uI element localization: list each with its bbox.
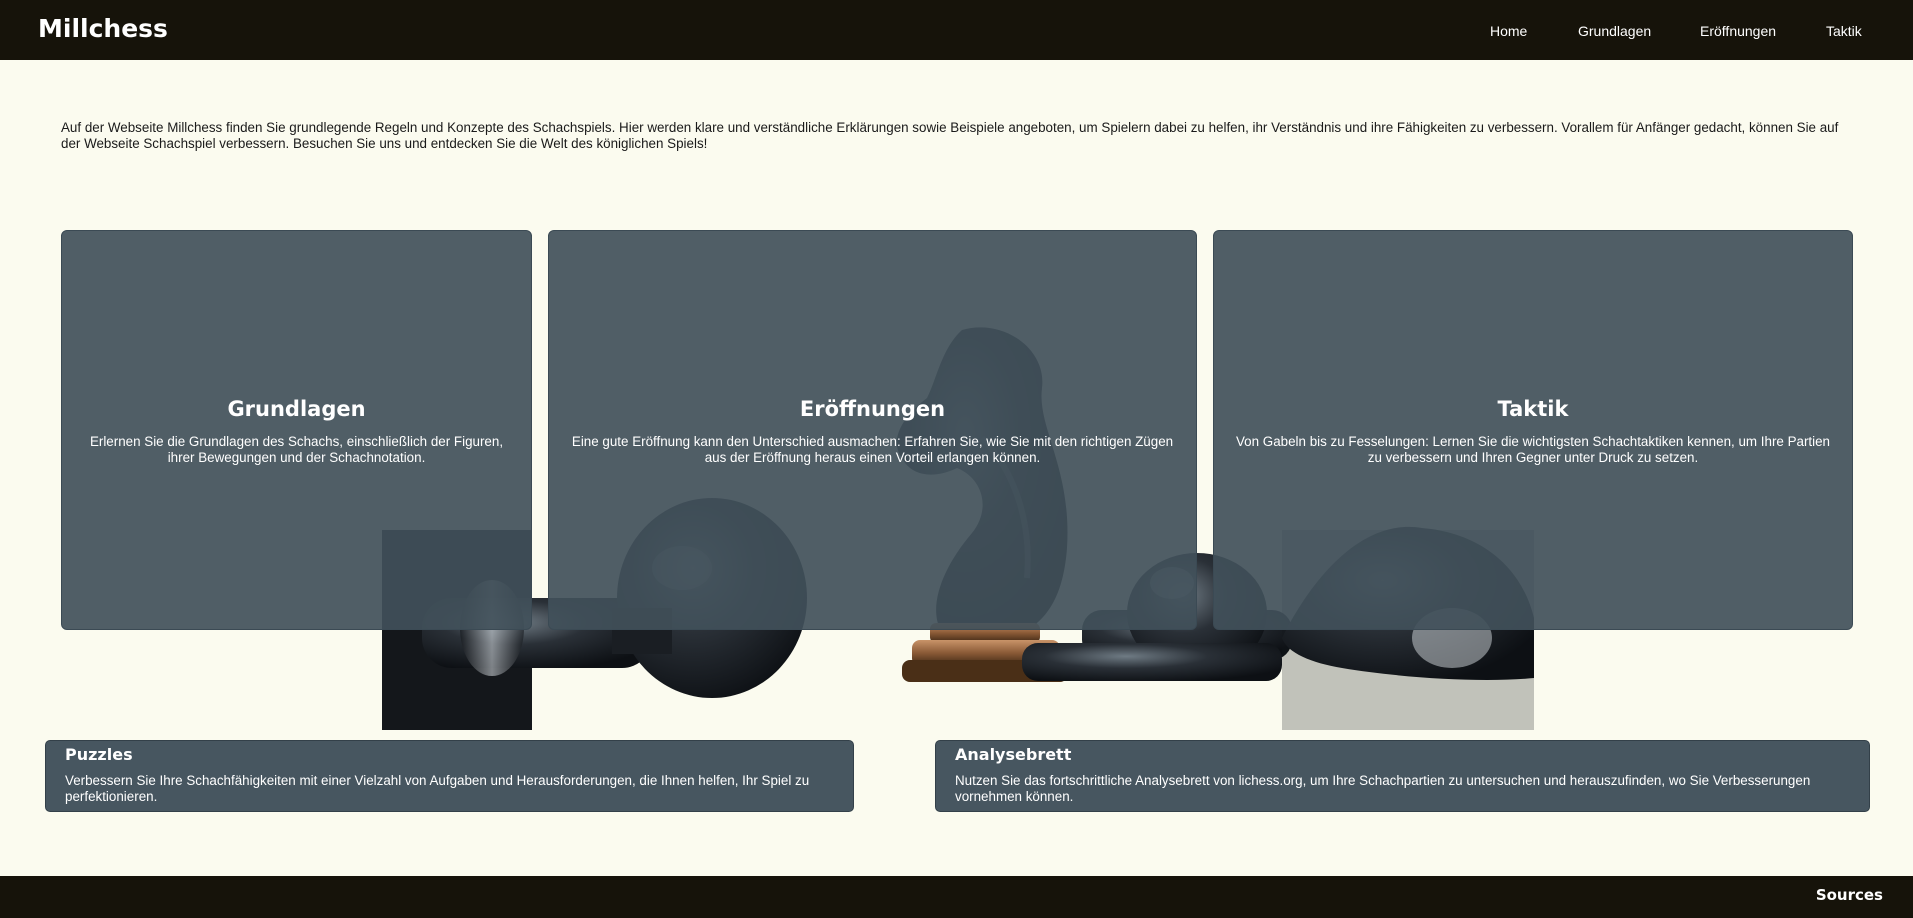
card-text: Von Gabeln bis zu Fesselungen: Lernen Si… [1235,434,1830,465]
panel-title: Analysebrett [955,745,1072,764]
nav-home[interactable]: Home [1490,23,1527,39]
card-text: Erlernen Sie die Grundlagen des Schachs,… [89,434,504,465]
top-navbar: Millchess Home Grundlagen Eröffnungen Ta… [0,0,1913,60]
brand-logo[interactable]: Millchess [38,14,168,43]
panel-puzzles[interactable]: Puzzles Verbessern Sie Ihre Schachfähigk… [45,740,854,812]
card-taktik[interactable]: Taktik Von Gabeln bis zu Fesselungen: Le… [1213,230,1853,630]
footer-bar: Sources [0,876,1913,918]
nav-eroeffnungen[interactable]: Eröffnungen [1700,23,1776,39]
card-title: Taktik [1497,397,1569,421]
intro-text: Auf der Webseite Millchess finden Sie gr… [61,120,1839,151]
card-text: Eine gute Eröffnung kann den Unterschied… [571,434,1174,465]
panel-text: Verbessern Sie Ihre Schachfähigkeiten mi… [65,773,810,804]
card-title: Grundlagen [227,397,366,421]
card-title: Eröffnungen [799,397,946,421]
panel-analysebrett[interactable]: Analysebrett Nutzen Sie das fortschrittl… [935,740,1870,812]
panel-title: Puzzles [65,745,133,764]
nav-taktik[interactable]: Taktik [1826,23,1862,39]
nav-grundlagen[interactable]: Grundlagen [1578,23,1651,39]
sources-link[interactable]: Sources [1816,886,1883,904]
panel-text: Nutzen Sie das fortschrittliche Analyseb… [955,773,1811,804]
card-grundlagen[interactable]: Grundlagen Erlernen Sie die Grundlagen d… [61,230,532,630]
card-eroeffnungen[interactable]: Eröffnungen Eine gute Eröffnung kann den… [548,230,1197,630]
